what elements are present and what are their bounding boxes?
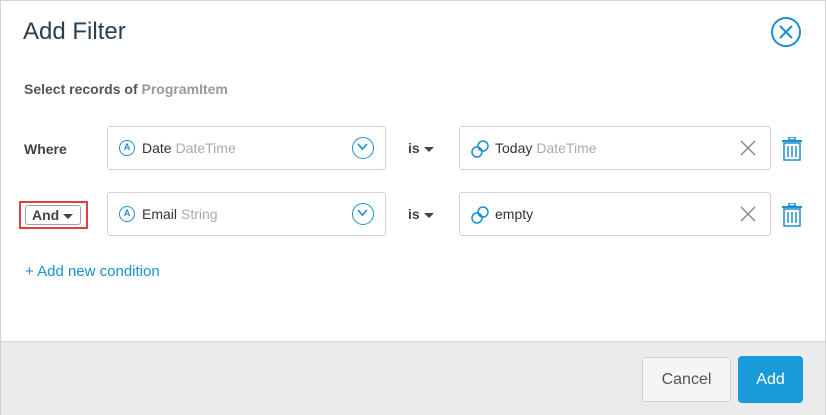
condition-row: And A Email String is empty [1,192,826,238]
value-text: Today DateTime [495,140,597,156]
value-type: DateTime [536,140,597,156]
dialog-subtitle: Select records of ProgramItem [24,81,228,97]
caret-down-icon [423,146,434,152]
field-dropdown-button[interactable] [352,203,374,225]
link-icon [471,140,489,158]
field-type: String [181,206,218,222]
clear-icon[interactable] [740,206,756,222]
clear-icon[interactable] [740,140,756,156]
value-text: empty [495,206,533,222]
operator-dropdown[interactable]: is [408,206,434,222]
add-button[interactable]: Add [738,356,803,403]
value-label: Today [495,140,533,156]
trash-icon[interactable] [781,203,803,227]
attribute-icon: A [119,140,135,156]
cancel-button[interactable]: Cancel [642,357,731,402]
value-selector[interactable]: Today DateTime [459,126,771,170]
field-type: DateTime [175,140,236,156]
field-name-text: Email [142,206,178,222]
chevron-down-icon [357,143,368,151]
connector-dropdown[interactable]: And [25,205,81,225]
link-icon [471,206,489,224]
operator-label: is [408,140,420,156]
chevron-down-icon [357,209,368,217]
caret-down-icon [63,213,74,219]
close-button[interactable] [771,17,801,47]
field-name-text: Date [142,140,172,156]
operator-label: is [408,206,420,222]
where-label: Where [24,141,67,157]
field-dropdown-button[interactable] [352,137,374,159]
entity-name: ProgramItem [141,81,228,97]
field-name: Date DateTime [142,140,236,156]
subtitle-prefix: Select records of [24,81,138,97]
connector-label: And [32,207,60,223]
field-selector[interactable]: A Email String [107,192,386,236]
dialog-title: Add Filter [23,18,126,45]
value-selector[interactable]: empty [459,192,771,236]
value-label: empty [495,206,534,222]
caret-down-icon [423,212,434,218]
field-name: Email String [142,206,218,222]
operator-dropdown[interactable]: is [408,140,434,156]
field-selector[interactable]: A Date DateTime [107,126,386,170]
add-condition-link[interactable]: + Add new condition [25,263,160,280]
close-icon [779,25,793,39]
trash-icon[interactable] [781,137,803,161]
condition-row: Where A Date DateTime is Today DateTime [1,126,826,172]
attribute-icon: A [119,206,135,222]
